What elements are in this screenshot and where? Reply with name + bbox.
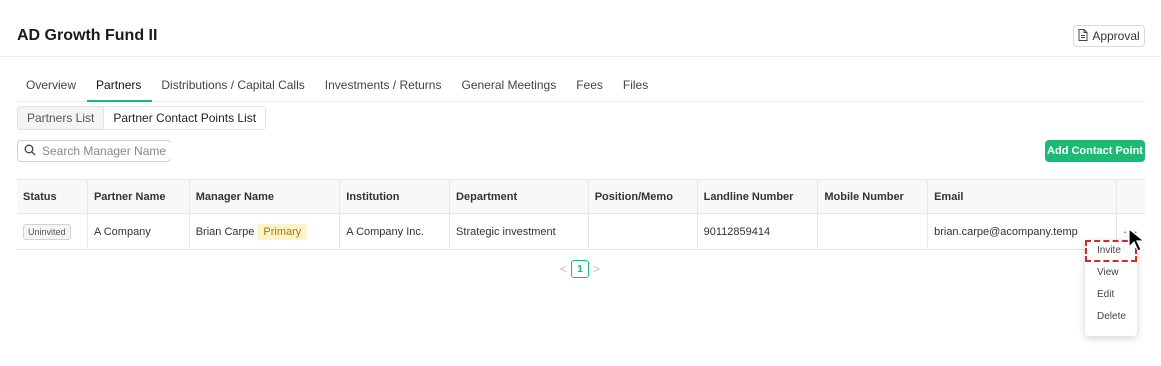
table-row: Uninvited A Company Brian Carpe Primary A…: [17, 213, 1145, 250]
main-tabs: Overview Partners Distributions / Capita…: [17, 70, 1145, 102]
column-header-email: Email: [927, 179, 1117, 214]
tab-general-meetings[interactable]: General Meetings: [452, 70, 567, 101]
search-box: [17, 140, 172, 162]
tab-overview[interactable]: Overview: [17, 70, 87, 101]
table-header-row: Status Partner Name Manager Name Institu…: [17, 179, 1145, 214]
column-header-position-memo: Position/Memo: [588, 179, 698, 214]
search-icon: [24, 144, 36, 159]
subtab-partners-list[interactable]: Partners List: [18, 107, 103, 129]
cell-department: Strategic investment: [449, 213, 589, 250]
cell-manager-name: Brian Carpe Primary: [189, 213, 341, 250]
status-badge: Uninvited: [23, 223, 71, 240]
subtab-partner-contact-points-list[interactable]: Partner Contact Points List: [103, 107, 266, 129]
column-header-department: Department: [449, 179, 589, 214]
cell-mobile-number: [817, 213, 929, 250]
menu-item-delete[interactable]: Delete: [1085, 306, 1137, 328]
approval-button[interactable]: Approval: [1073, 25, 1145, 47]
page-title: AD Growth Fund II: [17, 27, 158, 44]
column-header-landline-number: Landline Number: [697, 179, 819, 214]
cell-landline-number: 90112859414: [697, 213, 819, 250]
cell-institution: A Company Inc.: [339, 213, 451, 250]
mouse-pointer-icon: [1128, 227, 1152, 257]
approval-label: Approval: [1092, 29, 1140, 43]
pagination: < 1 >: [560, 260, 600, 278]
add-contact-point-button[interactable]: Add Contact Point: [1045, 140, 1145, 162]
chevron-right-icon[interactable]: >: [593, 262, 600, 276]
column-header-partner-name: Partner Name: [87, 179, 190, 214]
column-header-mobile-number: Mobile Number: [817, 179, 929, 214]
column-header-status: Status: [17, 179, 88, 214]
cell-position-memo: [588, 213, 698, 250]
page-header: AD Growth Fund II Approval: [0, 0, 1161, 57]
page-number-current[interactable]: 1: [571, 260, 590, 278]
sub-tabs: Partners List Partner Contact Points Lis…: [17, 106, 267, 130]
tab-files[interactable]: Files: [614, 70, 659, 101]
cell-status: Uninvited: [17, 213, 88, 250]
search-input[interactable]: [40, 143, 172, 159]
tab-investments-returns[interactable]: Investments / Returns: [316, 70, 453, 101]
menu-item-view[interactable]: View: [1085, 262, 1137, 284]
manager-name: Brian Carpe: [195, 225, 255, 238]
tab-fees[interactable]: Fees: [567, 70, 614, 101]
column-header-manager-name: Manager Name: [189, 179, 341, 214]
menu-item-edit[interactable]: Edit: [1085, 284, 1137, 306]
tab-distributions-capital-calls[interactable]: Distributions / Capital Calls: [152, 70, 315, 101]
document-icon: [1078, 28, 1088, 44]
chevron-left-icon[interactable]: <: [560, 262, 567, 276]
column-header-institution: Institution: [339, 179, 451, 214]
tab-partners[interactable]: Partners: [87, 70, 153, 102]
cell-partner-name: A Company: [87, 213, 190, 250]
primary-badge: Primary: [257, 223, 308, 240]
contact-points-table: Status Partner Name Manager Name Institu…: [17, 179, 1145, 250]
column-header-actions: [1116, 179, 1145, 214]
